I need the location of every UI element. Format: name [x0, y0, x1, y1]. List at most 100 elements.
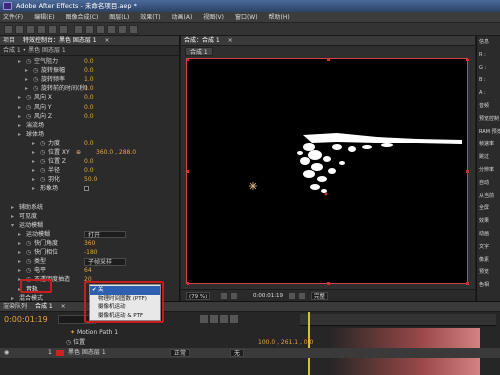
time-ruler[interactable]: [300, 314, 496, 326]
mask-icon[interactable]: [231, 293, 237, 299]
menu-composition[interactable]: 图像合成(C): [65, 14, 98, 21]
resolution-dropdown[interactable]: 完整: [311, 292, 329, 300]
right-panel-item[interactable]: 分辨率: [479, 166, 500, 174]
info-preview-panel: 信息 R : G : B : A : 音频 预览控制 RAM 预览 帧速率 跳过 分辨率 自动 从当前全…: [476, 36, 500, 301]
properties-list: ▸ ◷ 空气阻力 0.0 ▸ ◷ 旋转振幅 0.0 ▸ ◷ 旋转频率 1.0 ▸ ◷ 旋转前的时间(秒) 1.…: [0, 57, 180, 302]
right-panel-item: R :: [479, 51, 486, 58]
right-panel-item[interactable]: 效果: [479, 217, 500, 225]
menu-file[interactable]: 文件(F): [3, 14, 23, 21]
blend-mode-dropdown[interactable]: 正常: [170, 349, 191, 357]
track-matte-dropdown[interactable]: 无: [230, 349, 245, 357]
tools-toolbar: [0, 23, 500, 36]
viewer-footer: (79 %) 0:00:01:19 完整: [181, 289, 475, 301]
highlight-box-dropdown: [84, 281, 164, 323]
right-panel-item[interactable]: 文字: [479, 243, 500, 251]
property-dropdown[interactable]: 打开: [84, 230, 126, 239]
color-icon[interactable]: [299, 293, 305, 299]
effect-controls-panel: 项目 特效控制台：黑色 固态层 1 × 合成 1 • 黑色 固态层 1 ▸ ◷ 空气…: [0, 36, 180, 302]
camera-tool-icon[interactable]: [48, 25, 57, 34]
menu-layer[interactable]: 图层(L): [109, 14, 129, 21]
menu-effect[interactable]: 效果(T): [140, 14, 160, 21]
effect-controls-tabbar: 项目 特效控制台：黑色 固态层 1 ×: [0, 36, 179, 46]
menu-help[interactable]: 帮助(H): [268, 14, 289, 21]
frame-blend-icon[interactable]: [220, 315, 228, 323]
menu-window[interactable]: 窗口(W): [235, 14, 258, 21]
shy-layers-icon[interactable]: [210, 315, 218, 323]
tab-timeline-comp[interactable]: 合成 1: [35, 303, 53, 310]
timeline-panel: 渲染队列 合成 1 × 0:00:01:19 ✦ Motion Path 1 ◷…: [0, 301, 500, 375]
property-checkbox[interactable]: [84, 186, 89, 192]
timeline-row-position[interactable]: ◷ 位置 100.0 , 261.1 , 0.0: [0, 338, 500, 348]
right-panel-item: B :: [479, 77, 486, 84]
window-title: Adobe After Effects - 未命名项目.aep *: [0, 0, 500, 12]
eraser-tool-icon[interactable]: [118, 25, 127, 34]
zoom-tool-icon[interactable]: [26, 25, 35, 34]
pan-behind-tool-icon[interactable]: [59, 25, 68, 34]
layer-handle: [186, 170, 189, 173]
right-panel-item: A :: [479, 90, 486, 97]
highlight-box-audio-track: [20, 279, 52, 293]
clone-tool-icon[interactable]: [107, 25, 116, 34]
layer-handle: [186, 282, 189, 285]
rotate-tool-icon[interactable]: [37, 25, 46, 34]
draft-3d-icon[interactable]: [200, 315, 208, 323]
layer-handle: [466, 282, 469, 285]
right-panel-item[interactable]: RAM 预览: [479, 128, 500, 136]
timeline-tabbar: 渲染队列 合成 1 ×: [0, 302, 500, 312]
timeline-timecode[interactable]: 0:00:01:19: [4, 314, 48, 326]
menu-bar: 文件(F) 编辑(E) 图像合成(C) 图层(L) 效果(T) 动画(A) 视图…: [0, 12, 500, 23]
zoom-dropdown[interactable]: (79 %): [186, 292, 211, 300]
brush-tool-icon[interactable]: [96, 25, 105, 34]
hand-tool-icon[interactable]: [15, 25, 24, 34]
menu-view[interactable]: 视图(V): [203, 14, 224, 21]
grid-icon[interactable]: [221, 293, 227, 299]
right-panel-item[interactable]: 动画: [479, 230, 500, 238]
timeline-row-motion-path[interactable]: ✦ Motion Path 1: [0, 328, 500, 338]
close-icon[interactable]: ×: [228, 37, 233, 44]
layer-color-icon: [56, 350, 64, 356]
right-panel-item[interactable]: 全屏: [479, 204, 500, 212]
text-tool-icon[interactable]: [85, 25, 94, 34]
composition-viewer: 合成：合成 1 × 合成 1 (79 %) 0:00:01:19 完整: [181, 36, 475, 301]
puppet-tool-icon[interactable]: [129, 25, 138, 34]
right-panel-item[interactable]: 帧速率: [479, 140, 500, 148]
right-panel-item[interactable]: 色相: [479, 281, 500, 289]
property-value[interactable]: 100.0 , 261.1 , 0.0: [258, 338, 313, 348]
right-panel-item: G :: [479, 64, 487, 71]
composition-subtab[interactable]: 合成 1: [185, 47, 213, 56]
layer-number: 1: [48, 349, 52, 356]
camera-icon[interactable]: [289, 293, 295, 299]
pen-tool-icon[interactable]: [74, 25, 83, 34]
tab-render-queue[interactable]: 渲染队列: [3, 303, 27, 310]
layer-handle: [327, 282, 330, 285]
viewer-tabbar: 合成：合成 1 ×: [181, 36, 475, 46]
right-panel-item[interactable]: 预览: [479, 268, 500, 276]
tab-composition[interactable]: 合成：合成 1: [184, 37, 220, 44]
right-panel-item[interactable]: 跳过: [479, 153, 500, 161]
menu-animation[interactable]: 动画(A): [172, 14, 193, 21]
right-panel-item: 预览控制: [479, 115, 500, 122]
close-icon[interactable]: ×: [61, 303, 66, 310]
particle-stream: [297, 133, 462, 193]
selection-tool-icon[interactable]: [4, 25, 13, 34]
right-panel-item[interactable]: 像素: [479, 256, 500, 264]
layer-handle: [466, 58, 469, 61]
breadcrumb: 合成 1 • 黑色 固态层 1: [0, 46, 179, 56]
menu-edit[interactable]: 编辑(E): [34, 14, 54, 21]
particle-render: [186, 58, 469, 285]
timeline-row-solid-layer[interactable]: ◉ 1 黑色 固态层 1 正常 无: [0, 348, 500, 358]
right-panel-item[interactable]: 从当前: [479, 192, 500, 200]
motion-blur-icon[interactable]: [230, 315, 238, 323]
ae-logo-icon: [3, 2, 12, 10]
property-dropdown[interactable]: 子帧采样: [84, 258, 126, 266]
layer-handle: [466, 170, 469, 173]
composition-canvas[interactable]: [186, 58, 469, 285]
layer-handle: [327, 58, 330, 61]
tab-effect-controls[interactable]: 特效控制台：黑色 固态层 1: [23, 37, 97, 44]
right-panel-item[interactable]: 自动: [479, 179, 500, 187]
right-panel-item: 信息: [479, 39, 490, 45]
tab-project[interactable]: 项目: [3, 37, 15, 44]
visibility-icon[interactable]: ◉: [4, 348, 9, 358]
close-icon[interactable]: ×: [105, 37, 110, 44]
crosshair-icon: [249, 182, 257, 190]
